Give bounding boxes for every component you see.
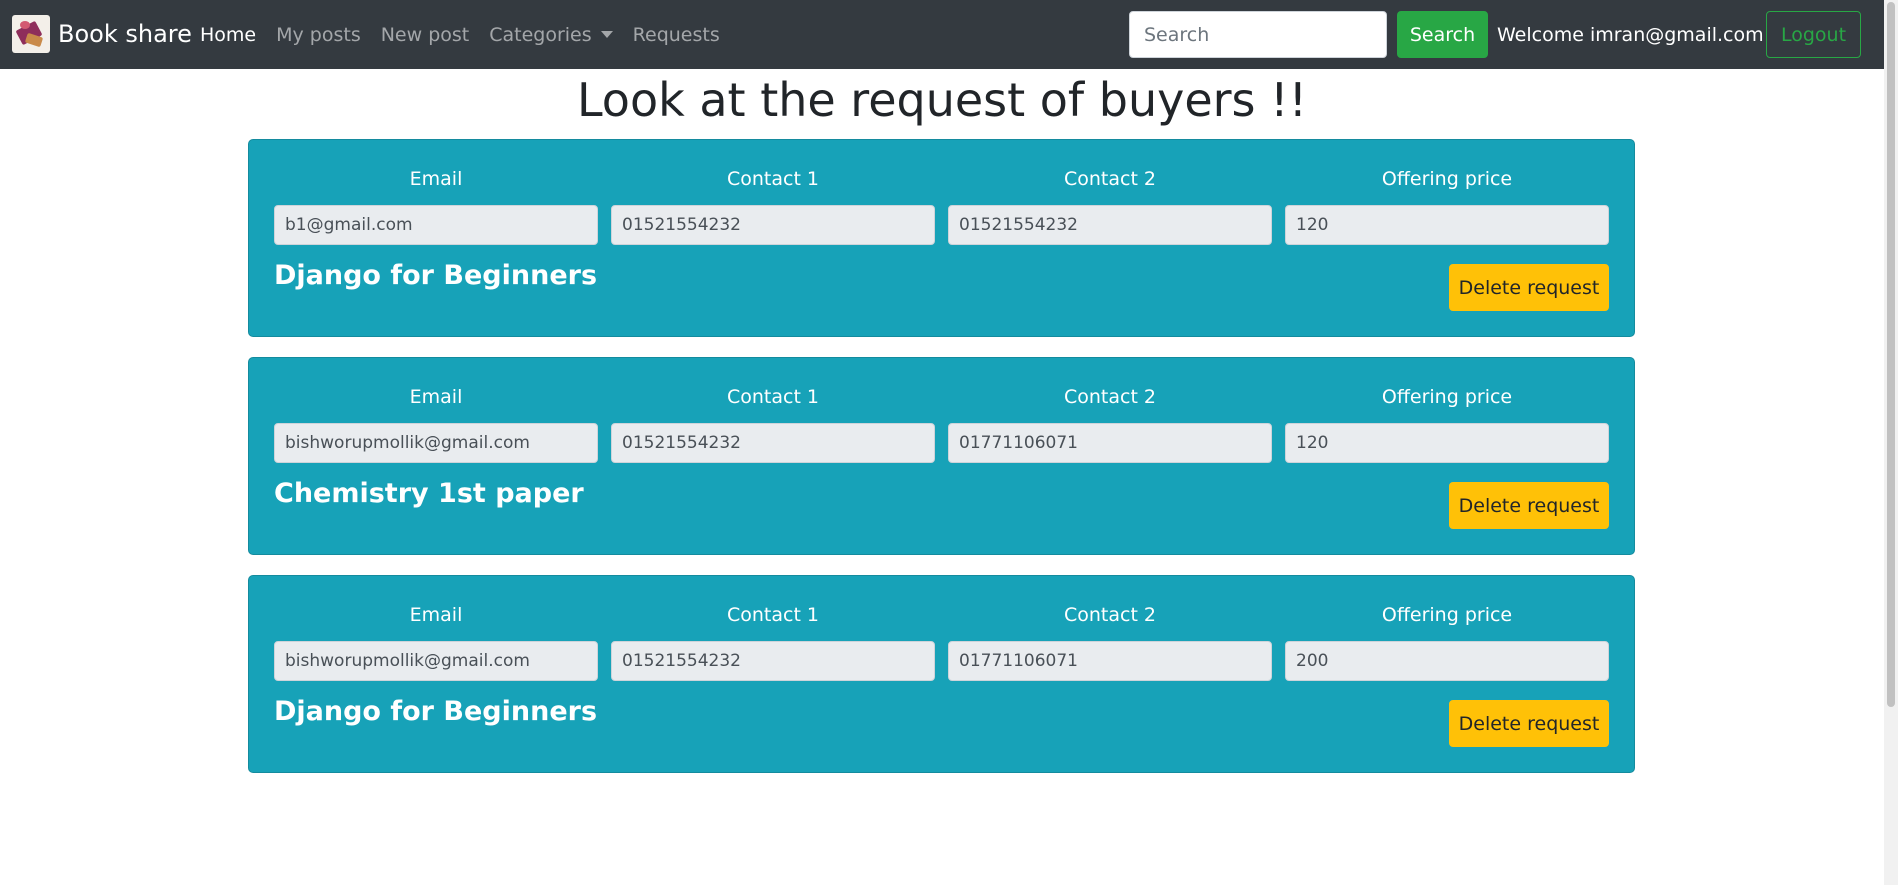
delete-request-button[interactable]: Delete request [1449,264,1609,311]
request-card: Email Contact 1 Contact 2 Offering price… [248,575,1635,773]
nav-item-new-post[interactable]: New post [381,24,470,46]
nav-item-requests[interactable]: Requests [633,24,720,46]
delete-request-button[interactable]: Delete request [1449,700,1609,747]
price-field[interactable] [1285,423,1609,463]
email-field[interactable] [274,641,598,681]
contact1-label: Contact 1 [726,604,820,626]
caret-down-icon [600,31,613,38]
contact2-field[interactable] [948,205,1272,245]
contact1-label: Contact 1 [726,386,820,408]
nav-links: Home My posts New post Categories Reques… [200,0,740,69]
contact2-label: Contact 2 [1063,386,1157,408]
contact1-field[interactable] [611,205,935,245]
price-label: Offering price [1381,604,1513,626]
delete-request-button[interactable]: Delete request [1449,482,1609,529]
book-title: Django for Beginners [274,260,598,291]
search-input[interactable] [1129,11,1387,58]
email-label: Email [409,604,463,626]
page-title: Look at the request of buyers !! [576,73,1308,127]
email-field[interactable] [274,423,598,463]
book-logo-icon [12,15,50,53]
nav-item-categories[interactable]: Categories [489,23,613,46]
contact2-field[interactable] [948,423,1272,463]
email-label: Email [409,386,463,408]
contact1-field[interactable] [611,641,935,681]
book-title: Chemistry 1st paper [274,478,584,509]
brand-link[interactable]: Book share [12,15,192,53]
contact2-label: Contact 2 [1063,604,1157,626]
nav-item-categories-label: Categories [489,23,592,46]
price-field[interactable] [1285,641,1609,681]
contact1-label: Contact 1 [726,168,820,190]
welcome-text: Welcome imran@gmail.com [1497,23,1764,46]
navbar: Book share Home My posts New post Catego… [0,0,1898,69]
brand-name: Book share [58,20,192,48]
scrollbar-thumb[interactable] [1887,2,1895,707]
search-button[interactable]: Search [1397,11,1488,58]
contact2-label: Contact 2 [1063,168,1157,190]
contact2-field[interactable] [948,641,1272,681]
scrollbar[interactable] [1884,0,1898,885]
price-label: Offering price [1381,386,1513,408]
price-field[interactable] [1285,205,1609,245]
request-card: Email Contact 1 Contact 2 Offering price… [248,357,1635,555]
book-title: Django for Beginners [274,696,598,727]
nav-item-home[interactable]: Home [200,24,256,46]
logout-button[interactable]: Logout [1766,11,1861,58]
email-label: Email [409,168,463,190]
nav-item-my-posts[interactable]: My posts [276,24,361,46]
request-card: Email Contact 1 Contact 2 Offering price… [248,139,1635,337]
contact1-field[interactable] [611,423,935,463]
price-label: Offering price [1381,168,1513,190]
email-field[interactable] [274,205,598,245]
